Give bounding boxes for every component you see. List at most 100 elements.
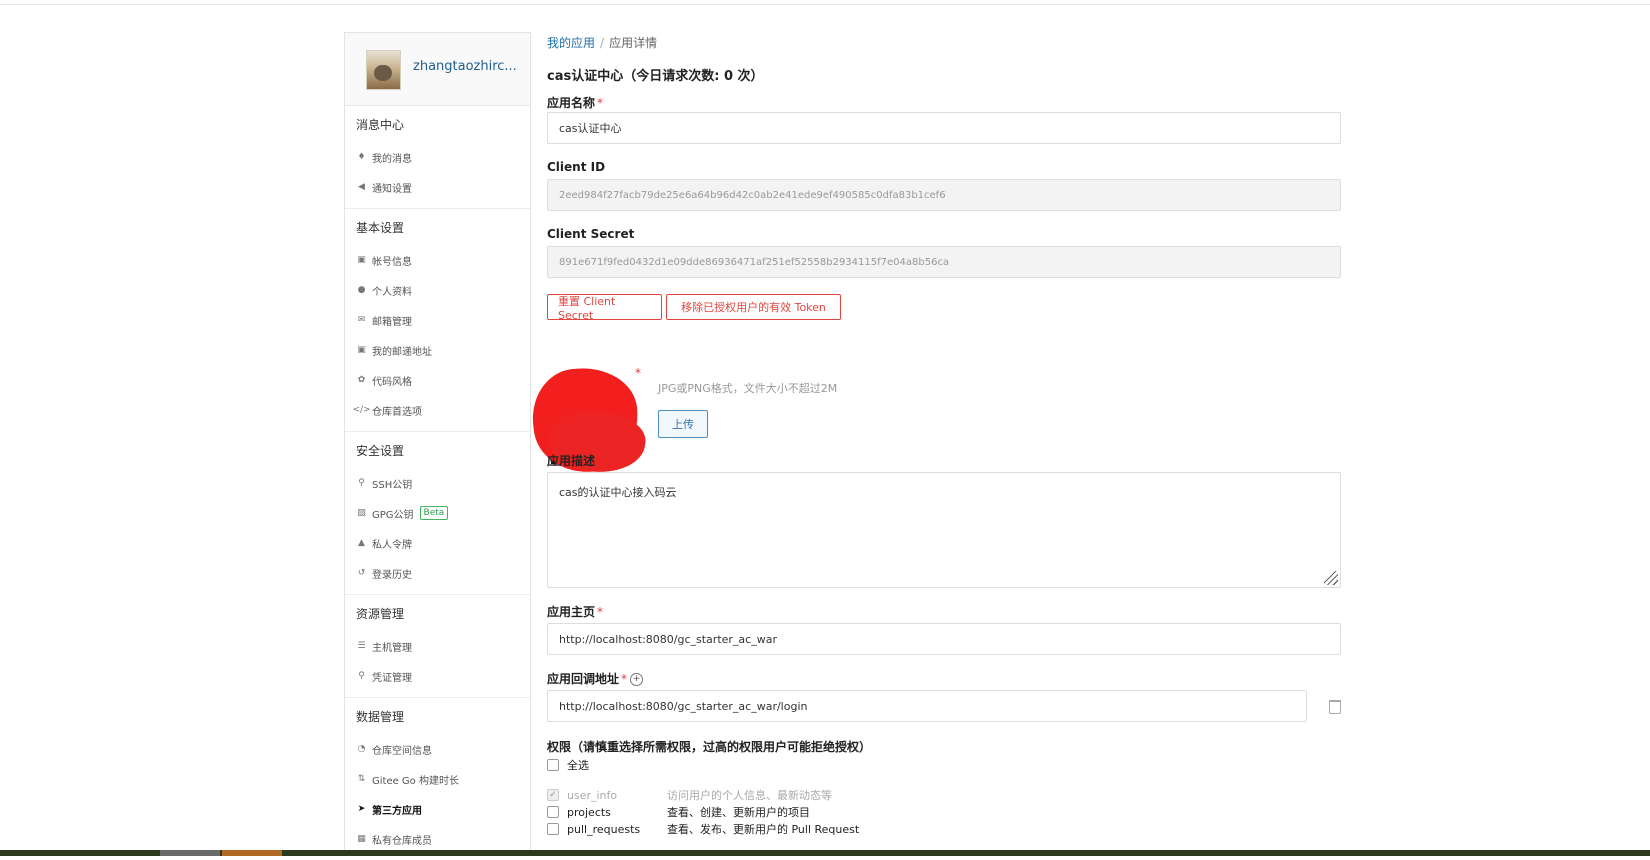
sidebar-group-title: 基本设置 <box>356 221 405 235</box>
id-card-icon: ▣ <box>357 255 366 265</box>
select-all-label: 全选 <box>567 759 589 772</box>
permission-desc: 访问用户的个人信息、最新动态等 <box>667 789 832 802</box>
client-id-field[interactable]: 2eed984f27facb79de25e6a64b96d42c0ab2e41e… <box>547 179 1341 211</box>
token-icon: ▲ <box>358 538 365 548</box>
taskbar-item[interactable] <box>222 850 282 856</box>
client-secret-field[interactable]: 891e671f9fed0432d1e09dde86936471af251ef5… <box>547 246 1341 278</box>
server-icon: ☰ <box>357 641 366 651</box>
upload-logo-button[interactable]: 上传 <box>658 410 708 438</box>
sidebar-item-label: 私人令牌 <box>372 539 412 551</box>
pie-chart-icon: ◔ <box>357 744 366 754</box>
delete-callback-icon[interactable] <box>1329 700 1341 714</box>
sidebar-group-security: 安全设置 ⚲ SSH公钥 ▨ GPG公钥 Beta ▲ 私人令牌 ↺ 登录历史 <box>345 432 530 595</box>
sidebar-item-hosts[interactable]: ☰ 主机管理 <box>356 631 530 661</box>
sidebar-item-code-style[interactable]: ✿ 代码风格 <box>356 365 530 395</box>
pipeline-icon: ⇅ <box>357 774 366 784</box>
sidebar-item-label: 我的消息 <box>372 153 412 165</box>
sidebar-item-ssh-keys[interactable]: ⚲ SSH公钥 <box>356 468 530 498</box>
select-all-checkbox[interactable] <box>547 759 559 771</box>
sidebar-item-label: 帐号信息 <box>372 256 412 268</box>
sidebar-item-label: SSH公钥 <box>372 479 413 491</box>
reset-client-secret-button[interactable]: 重置 Client Secret <box>547 294 662 322</box>
permission-name: pull_requests <box>567 822 641 836</box>
sidebar-item-private-tokens[interactable]: ▲ 私人令牌 <box>356 528 530 558</box>
profile-header: zhangtaozhirc... <box>345 33 530 106</box>
label-text: 应用主页 <box>547 605 596 619</box>
permission-row[interactable]: ✓ user_info 访问用户的个人信息、最新动态等 <box>547 787 832 803</box>
sidebar-item-address[interactable]: ▣ 我的邮递地址 <box>356 335 530 365</box>
mail-icon: ✉ <box>357 315 366 325</box>
sidebar-item-credentials[interactable]: ⚲ 凭证管理 <box>356 661 530 691</box>
select-all-row[interactable]: 全选 <box>547 757 589 773</box>
sidebar-item-repo-space[interactable]: ◔ 仓库空间信息 <box>356 734 530 764</box>
key-icon: ⚲ <box>358 478 365 488</box>
add-callback-icon[interactable]: + <box>630 673 644 686</box>
sidebar-item-login-history[interactable]: ↺ 登录历史 <box>356 558 530 588</box>
callback-input[interactable]: http://localhost:8080/gc_starter_ac_war/… <box>547 690 1307 722</box>
sidebar-item-label: 登录历史 <box>372 569 412 581</box>
username-link[interactable]: zhangtaozhirc... <box>413 59 517 74</box>
taskbar-item[interactable] <box>160 850 220 856</box>
top-divider <box>0 4 1650 5</box>
sidebar-item-label: 我的邮递地址 <box>372 346 432 358</box>
homepage-label: 应用主页 * <box>547 603 603 620</box>
app-logo <box>527 362 649 479</box>
permission-name: projects <box>567 805 611 819</box>
sidebar-item-profile[interactable]: ● 个人资料 <box>356 275 530 305</box>
lock-icon: ▨ <box>357 508 366 518</box>
sidebar-group-messages: 消息中心 ♦ 我的消息 ◀ 通知设置 <box>345 106 530 209</box>
permission-desc: 查看、发布、更新用户的 Pull Request <box>667 823 860 836</box>
client-id-label: Client ID <box>547 160 606 174</box>
sidebar-item-repo-preferences[interactable]: </> 仓库首选项 <box>352 395 530 425</box>
sidebar-group-title: 安全设置 <box>356 444 405 458</box>
sidebar-item-gitee-go[interactable]: ⇅ Gitee Go 构建时长 <box>356 764 530 794</box>
palette-icon: ✿ <box>357 375 366 385</box>
sidebar-item-label: 通知设置 <box>372 183 412 195</box>
description-label: 应用描述 <box>547 454 596 468</box>
required-mark: * <box>597 96 604 110</box>
app-detail-panel: 我的应用 / 应用详情 cas认证中心（今日请求次数: 0 次） 应用名称 * cas… <box>527 30 1347 850</box>
permission-checkbox[interactable]: ✓ <box>547 789 559 801</box>
rocket-icon: ➤ <box>357 804 366 814</box>
permission-row[interactable]: projects 查看、创建、更新用户的项目 <box>547 804 810 820</box>
sidebar-item-notification-settings[interactable]: ◀ 通知设置 <box>356 172 530 202</box>
logo-format-hint: JPG或PNG格式，文件大小不超过2M <box>658 382 838 395</box>
sidebar-item-label: 仓库空间信息 <box>372 745 432 757</box>
breadcrumb: 我的应用 / 应用详情 <box>547 34 1347 51</box>
avatar[interactable] <box>366 50 401 90</box>
permission-desc: 查看、创建、更新用户的项目 <box>667 806 810 819</box>
permission-checkbox[interactable] <box>547 823 559 835</box>
members-icon: ▦ <box>357 834 366 844</box>
revoke-tokens-button[interactable]: 移除已授权用户的有效 Token <box>666 294 841 320</box>
permission-name: user_info <box>567 788 618 802</box>
permission-checkbox[interactable] <box>547 806 559 818</box>
label-text: 应用回调地址 <box>547 672 620 686</box>
callback-label: 应用回调地址 * + <box>547 670 644 687</box>
sidebar-group-title: 数据管理 <box>356 710 405 724</box>
sidebar-item-label: 凭证管理 <box>372 672 412 684</box>
sidebar-item-label: GPG公钥 <box>372 509 414 521</box>
description-text: cas的认证中心接入码云 <box>559 486 677 499</box>
sidebar-group-basic: 基本设置 ▣ 帐号信息 ● 个人资料 ✉ 邮箱管理 ▣ 我的邮递地址 ✿ 代码风… <box>345 209 530 432</box>
description-textarea[interactable]: cas的认证中心接入码云 <box>547 472 1341 588</box>
required-mark: * <box>635 366 641 380</box>
sidebar-item-account[interactable]: ▣ 帐号信息 <box>356 245 530 275</box>
sidebar-group-title: 消息中心 <box>356 118 405 132</box>
sidebar-item-email[interactable]: ✉ 邮箱管理 <box>356 305 530 335</box>
sidebar-item-label: 私有仓库成员 <box>372 835 432 847</box>
app-name-input[interactable]: cas认证中心 <box>547 112 1341 144</box>
sidebar-item-label: 第三方应用 <box>372 805 422 817</box>
sidebar-item-my-messages[interactable]: ♦ 我的消息 <box>356 142 530 172</box>
breadcrumb-separator: / <box>600 36 605 50</box>
sidebar-group-title: 资源管理 <box>356 607 405 621</box>
breadcrumb-my-apps[interactable]: 我的应用 <box>547 36 595 50</box>
homepage-input[interactable]: http://localhost:8080/gc_starter_ac_war <box>547 623 1341 655</box>
page-title: cas认证中心（今日请求次数: 0 次） <box>547 69 764 84</box>
sidebar-item-label: 代码风格 <box>372 376 412 388</box>
sidebar-group-data: 数据管理 ◔ 仓库空间信息 ⇅ Gitee Go 构建时长 ➤ 第三方应用 ▦ … <box>345 698 530 860</box>
sidebar-item-third-party-apps[interactable]: ➤ 第三方应用 <box>356 794 530 824</box>
sidebar-item-gpg-keys[interactable]: ▨ GPG公钥 Beta <box>356 498 530 528</box>
resize-handle[interactable] <box>1324 571 1338 585</box>
permission-row[interactable]: pull_requests 查看、发布、更新用户的 Pull Request <box>547 821 859 837</box>
credential-key-icon: ⚲ <box>358 671 365 681</box>
